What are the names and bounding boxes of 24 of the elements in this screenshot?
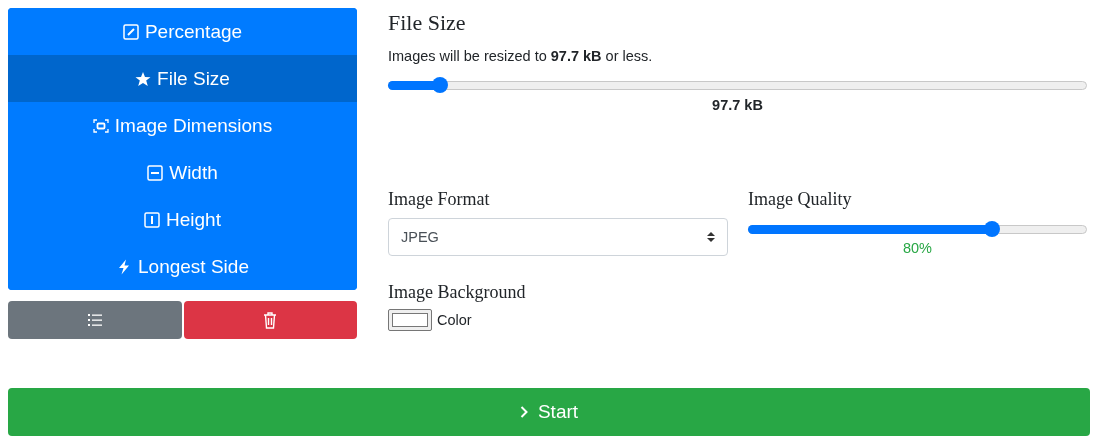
frame-corners-icon xyxy=(92,117,109,134)
star-icon xyxy=(135,70,152,87)
size-reading: 97.7 kB xyxy=(711,97,764,113)
chevron-right-icon xyxy=(519,406,528,418)
pencil-square-icon xyxy=(122,23,139,40)
color-label: Color xyxy=(437,312,472,328)
description: Images will be resized to 97.7 kB or less. xyxy=(388,48,654,64)
trash-icon xyxy=(263,311,278,329)
bar-square-icon xyxy=(144,211,161,228)
section-title: File Size xyxy=(388,10,467,36)
delete-button[interactable] xyxy=(183,301,357,339)
mode-item[interactable]: File Size xyxy=(8,55,357,102)
field-label: Image Quality xyxy=(748,189,853,210)
start-button[interactable]: Start xyxy=(8,388,1090,436)
format-select[interactable]: JPEG xyxy=(388,218,728,256)
field-label: Image Format xyxy=(388,189,491,210)
minus-square-icon xyxy=(147,164,164,181)
list-icon xyxy=(86,312,103,328)
sort-caret-icon xyxy=(707,231,715,243)
quality-reading: 80% xyxy=(902,240,933,256)
color-picker[interactable] xyxy=(388,309,432,331)
quality-slider[interactable] xyxy=(748,222,1087,236)
file-size-slider[interactable] xyxy=(388,78,1087,92)
field-label: Image Background xyxy=(388,282,527,303)
